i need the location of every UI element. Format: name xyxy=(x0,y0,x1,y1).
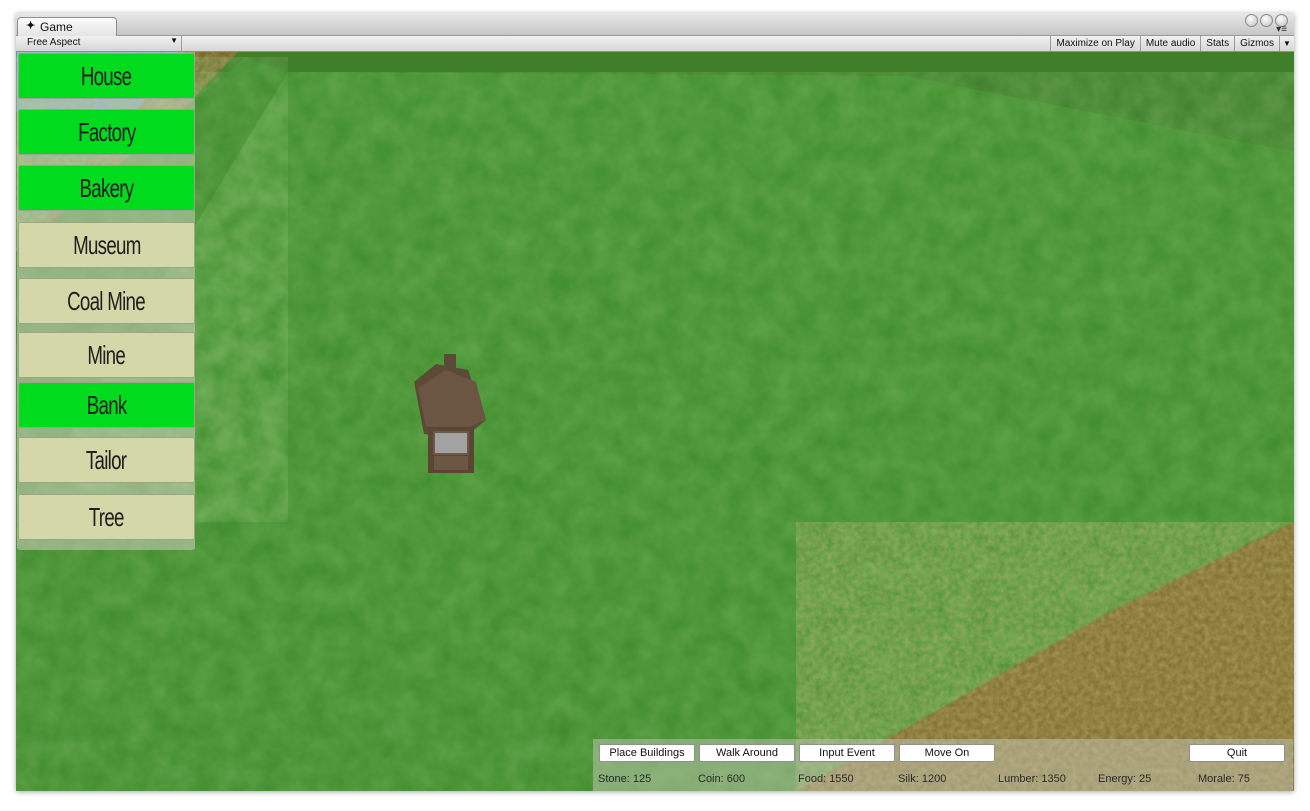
game-viewport[interactable]: House Factory Bakery Museum Coal Mine Mi… xyxy=(16,52,1294,791)
silk-count: Silk: 1200 xyxy=(898,773,947,785)
input-event-button[interactable]: Input Event xyxy=(799,744,895,762)
building-label: Mine xyxy=(87,339,126,370)
maximize-on-play-toggle[interactable]: Maximize on Play xyxy=(1050,36,1139,51)
tab-label: Game xyxy=(40,20,73,34)
chevron-down-icon[interactable]: ▼ xyxy=(1279,36,1294,51)
building-button-mine[interactable]: Mine xyxy=(18,332,195,378)
game-scene xyxy=(16,52,1294,791)
morale-count: Morale: 75 xyxy=(1198,773,1250,785)
building-button-factory[interactable]: Factory xyxy=(18,109,195,155)
building-label: Coal Mine xyxy=(67,285,147,316)
mute-audio-toggle[interactable]: Mute audio xyxy=(1139,36,1200,51)
building-button-bank[interactable]: Bank xyxy=(18,382,195,428)
panel-menu-icon[interactable]: ▾≡ xyxy=(1276,25,1287,35)
building-label: Bakery xyxy=(79,172,135,203)
building-label: House xyxy=(81,60,132,91)
building-button-house[interactable]: House xyxy=(18,53,195,99)
building-label: Bank xyxy=(86,389,128,420)
gizmos-button[interactable]: Gizmos xyxy=(1234,36,1279,51)
stone-count: Stone: 125 xyxy=(598,773,652,785)
chevron-down-icon: ▼ xyxy=(170,36,178,45)
game-window: ✦ Game ▾≡ Free Aspect ▼ Maximize on Play… xyxy=(16,13,1294,791)
aspect-dropdown[interactable]: Free Aspect ▼ xyxy=(21,36,182,51)
walk-around-button[interactable]: Walk Around xyxy=(699,744,795,762)
game-toolbar: Free Aspect ▼ Maximize on Play Mute audi… xyxy=(16,36,1294,52)
building-button-coal-mine[interactable]: Coal Mine xyxy=(18,278,195,324)
building-button-museum[interactable]: Museum xyxy=(18,222,195,268)
lumber-count: Lumber: 1350 xyxy=(998,773,1066,785)
window-button-icon[interactable] xyxy=(1260,14,1273,27)
aspect-label: Free Aspect xyxy=(27,37,81,48)
building-menu: House Factory Bakery Museum Coal Mine Mi… xyxy=(17,52,195,550)
place-buildings-button[interactable]: Place Buildings xyxy=(599,744,695,762)
unity-icon: ✦ xyxy=(26,20,36,32)
move-on-button[interactable]: Move On xyxy=(899,744,995,762)
building-label: Museum xyxy=(72,229,141,260)
toolbar-right: Maximize on Play Mute audio Stats Gizmos… xyxy=(1050,36,1294,51)
title-bar: ✦ Game ▾≡ xyxy=(16,13,1294,36)
quit-button[interactable]: Quit xyxy=(1189,744,1285,762)
building-button-bakery[interactable]: Bakery xyxy=(18,165,195,211)
tab-game[interactable]: ✦ Game xyxy=(17,17,117,36)
building-label: Tree xyxy=(89,501,125,532)
window-button-icon[interactable] xyxy=(1245,14,1258,27)
stats-toggle[interactable]: Stats xyxy=(1200,36,1234,51)
building-label: Factory xyxy=(77,116,136,147)
food-count: Food: 1550 xyxy=(798,773,854,785)
game-control-panel: Place Buildings Walk Around Input Event … xyxy=(593,739,1293,791)
energy-count: Energy: 25 xyxy=(1098,773,1152,785)
building-button-tailor[interactable]: Tailor xyxy=(18,437,195,483)
coin-count: Coin: 600 xyxy=(698,773,746,785)
building-label: Tailor xyxy=(86,444,127,475)
building-button-tree[interactable]: Tree xyxy=(18,494,195,540)
